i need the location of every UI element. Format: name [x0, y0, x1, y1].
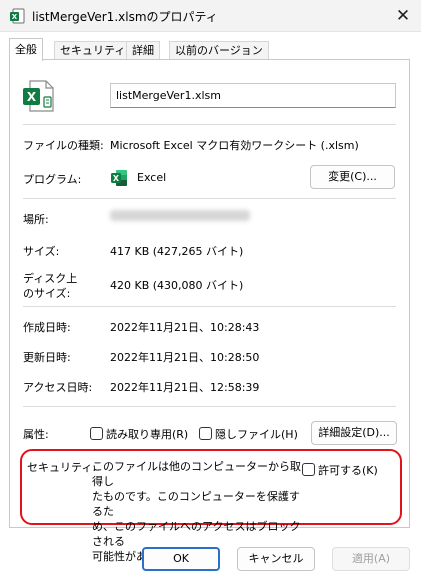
modified-value: 2022年11月21日、10:28:50	[110, 351, 260, 364]
tab-general[interactable]: 全般	[9, 38, 43, 61]
size-label: サイズ:	[23, 245, 60, 258]
cancel-button[interactable]: キャンセル	[237, 547, 315, 571]
program-value: Excel	[137, 171, 167, 184]
program-label: プログラム:	[23, 173, 82, 186]
ok-button[interactable]: OK	[142, 547, 220, 571]
divider	[23, 198, 396, 199]
location-label: 場所:	[23, 213, 49, 226]
change-program-button[interactable]: 変更(C)...	[310, 165, 395, 189]
security-label: セキュリティ:	[27, 461, 97, 474]
unblock-checkbox[interactable]	[302, 463, 315, 476]
unblock-label[interactable]: 許可する(K)	[318, 462, 378, 478]
excel-macro-file-icon: X	[23, 80, 54, 112]
readonly-label[interactable]: 読み取り専用(R)	[106, 426, 188, 442]
tab-previous-versions[interactable]: 以前のバージョン	[169, 41, 269, 60]
svg-text:X: X	[12, 13, 18, 21]
size-value: 417 KB (427,265 バイト)	[110, 245, 244, 258]
close-icon[interactable]: ✕	[386, 2, 420, 30]
divider	[23, 406, 396, 407]
file-name-input[interactable]: listMergeVer1.xlsm	[110, 83, 396, 108]
accessed-label: アクセス日時:	[23, 381, 93, 394]
svg-text:X: X	[113, 174, 120, 183]
hidden-checkbox[interactable]	[199, 427, 212, 440]
location-value-redacted	[110, 210, 250, 221]
security-warning-line: め、このファイルへのアクセスはブロックされる	[92, 520, 301, 548]
file-type-label: ファイルの種類:	[23, 139, 104, 152]
window-title: listMergeVer1.xlsmのプロパティ	[32, 10, 218, 24]
security-warning-line: たものです。このコンピューターを保護するた	[92, 490, 300, 518]
security-warning-line: このファイルは他のコンピューターから取得し	[92, 460, 301, 488]
file-type-value: Microsoft Excel マクロ有効ワークシート (.xlsm)	[110, 139, 359, 152]
advanced-button[interactable]: 詳細設定(D)...	[311, 421, 397, 445]
excel-app-icon: X	[111, 170, 127, 186]
readonly-checkbox[interactable]	[90, 427, 103, 440]
attributes-label: 属性:	[23, 428, 49, 441]
disk-size-label-line2: のサイズ:	[23, 287, 71, 300]
apply-button[interactable]: 適用(A)	[332, 547, 410, 571]
tab-security[interactable]: セキュリティ	[54, 41, 132, 60]
modified-label: 更新日時:	[23, 351, 71, 364]
divider	[23, 124, 396, 125]
title-bar: X listMergeVer1.xlsmのプロパティ ✕	[0, 0, 421, 32]
divider	[23, 306, 396, 307]
svg-text:X: X	[27, 90, 37, 104]
tab-details[interactable]: 詳細	[126, 41, 160, 60]
excel-file-icon: X	[10, 8, 25, 24]
disk-size-label-line1: ディスク上	[23, 272, 78, 285]
hidden-label[interactable]: 隠しファイル(H)	[215, 426, 298, 442]
disk-size-value: 420 KB (430,080 バイト)	[110, 279, 244, 292]
accessed-value: 2022年11月21日、12:58:39	[110, 381, 260, 394]
created-label: 作成日時:	[23, 321, 71, 334]
created-value: 2022年11月21日、10:28:43	[110, 321, 260, 334]
